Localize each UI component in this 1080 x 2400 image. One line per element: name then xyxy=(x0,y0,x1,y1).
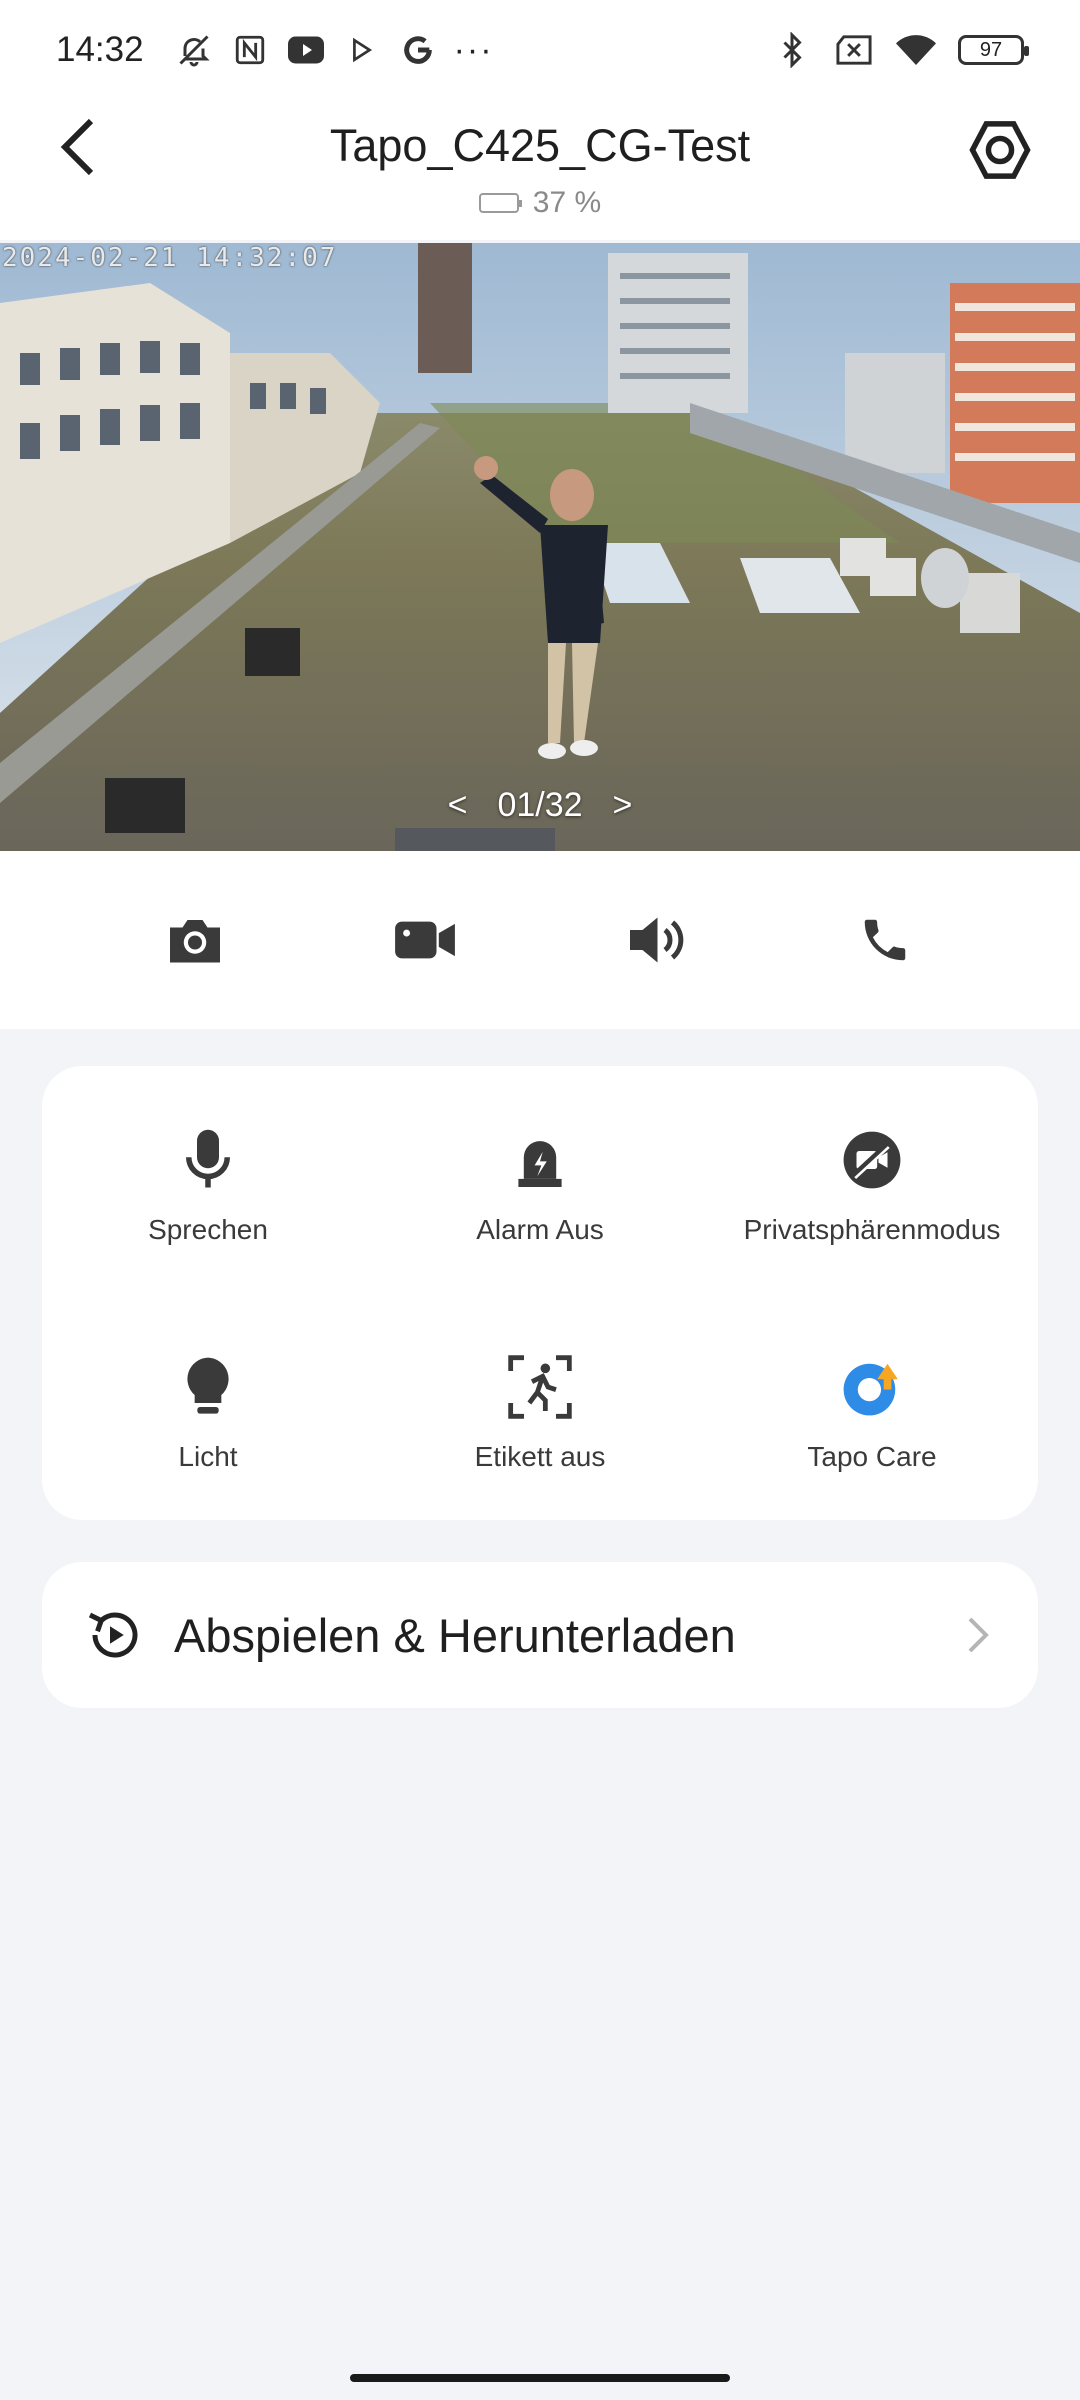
device-battery: 37 % xyxy=(0,186,1080,220)
no-sim-icon xyxy=(834,30,874,70)
microphone-icon xyxy=(172,1124,244,1196)
clip-navigation: < 01/32 > xyxy=(0,786,1080,825)
mute-icon xyxy=(174,30,214,70)
battery-indicator: 97 xyxy=(958,35,1029,65)
next-clip-button[interactable]: > xyxy=(613,786,633,825)
previous-clip-button[interactable]: < xyxy=(448,786,468,825)
camera-feed-image xyxy=(0,243,1080,851)
alarm-icon xyxy=(504,1124,576,1196)
device-battery-icon xyxy=(478,193,522,213)
clip-counter: 01/32 xyxy=(497,786,583,824)
playback-download-row[interactable]: Abspielen & Herunterladen xyxy=(42,1562,1038,1708)
home-indicator[interactable] xyxy=(350,2374,730,2382)
privacy-mode-toggle[interactable]: Privatsphärenmodus xyxy=(706,1066,1038,1293)
page-title: Tapo_C425_CG-Test xyxy=(329,120,751,171)
camera-icon xyxy=(170,920,220,963)
video-timestamp: 2024-02-21 14:32:07 xyxy=(2,243,338,273)
call-button[interactable] xyxy=(845,900,925,980)
playback-history-icon xyxy=(82,1602,148,1668)
feature-label: Privatsphärenmodus xyxy=(743,1213,1001,1245)
playback-label: Abspielen & Herunterladen xyxy=(174,1608,736,1662)
gear-icon xyxy=(969,121,1031,179)
snapshot-button[interactable] xyxy=(155,900,235,980)
nfc-icon xyxy=(230,30,270,70)
device-header: Tapo_C425_CG-Test 37 % xyxy=(0,100,1080,240)
chevron-right-icon xyxy=(958,1615,998,1655)
status-left: 14:32 ··· xyxy=(56,30,494,70)
video-player[interactable]: 2024-02-21 14:32:07 < 01/32 > xyxy=(0,243,1080,851)
record-button[interactable] xyxy=(385,900,465,980)
status-bar: 14:32 ··· 97 xyxy=(0,0,1080,100)
talk-button[interactable]: Sprechen xyxy=(42,1066,374,1293)
light-toggle[interactable]: Licht xyxy=(42,1293,374,1520)
video-record-icon xyxy=(395,921,455,959)
alarm-toggle[interactable]: Alarm Aus xyxy=(374,1066,706,1293)
youtube-icon xyxy=(286,30,326,70)
audio-button[interactable] xyxy=(615,900,695,980)
phone-icon xyxy=(864,919,906,961)
feature-label: Tapo Care xyxy=(807,1440,937,1472)
google-icon xyxy=(398,30,438,70)
status-time: 14:32 xyxy=(56,30,144,69)
tapo-care-icon xyxy=(836,1351,908,1423)
feature-panel: Sprechen Alarm Aus Privatsphärenmodus Li… xyxy=(42,1066,1038,1520)
more-notifications: ··· xyxy=(453,30,494,69)
settings-button[interactable] xyxy=(962,112,1038,188)
feature-label: Alarm Aus xyxy=(476,1213,604,1245)
motion-person-icon xyxy=(504,1351,576,1423)
play-store-icon xyxy=(342,30,382,70)
device-battery-percent: 37 % xyxy=(532,186,602,219)
battery-level: 97 xyxy=(979,38,1003,61)
camera-controls xyxy=(0,851,1080,1029)
feature-label: Sprechen xyxy=(148,1213,268,1245)
feature-label: Etikett aus xyxy=(474,1440,606,1472)
status-right: 97 xyxy=(772,30,1029,70)
tapo-care-button[interactable]: Tapo Care xyxy=(706,1293,1038,1520)
lightbulb-icon xyxy=(172,1351,244,1423)
privacy-camera-off-icon xyxy=(836,1124,908,1196)
wifi-icon xyxy=(896,30,936,70)
feature-label: Licht xyxy=(178,1440,238,1472)
label-toggle[interactable]: Etikett aus xyxy=(374,1293,706,1520)
speaker-icon xyxy=(630,917,684,963)
bluetooth-icon xyxy=(772,30,812,70)
